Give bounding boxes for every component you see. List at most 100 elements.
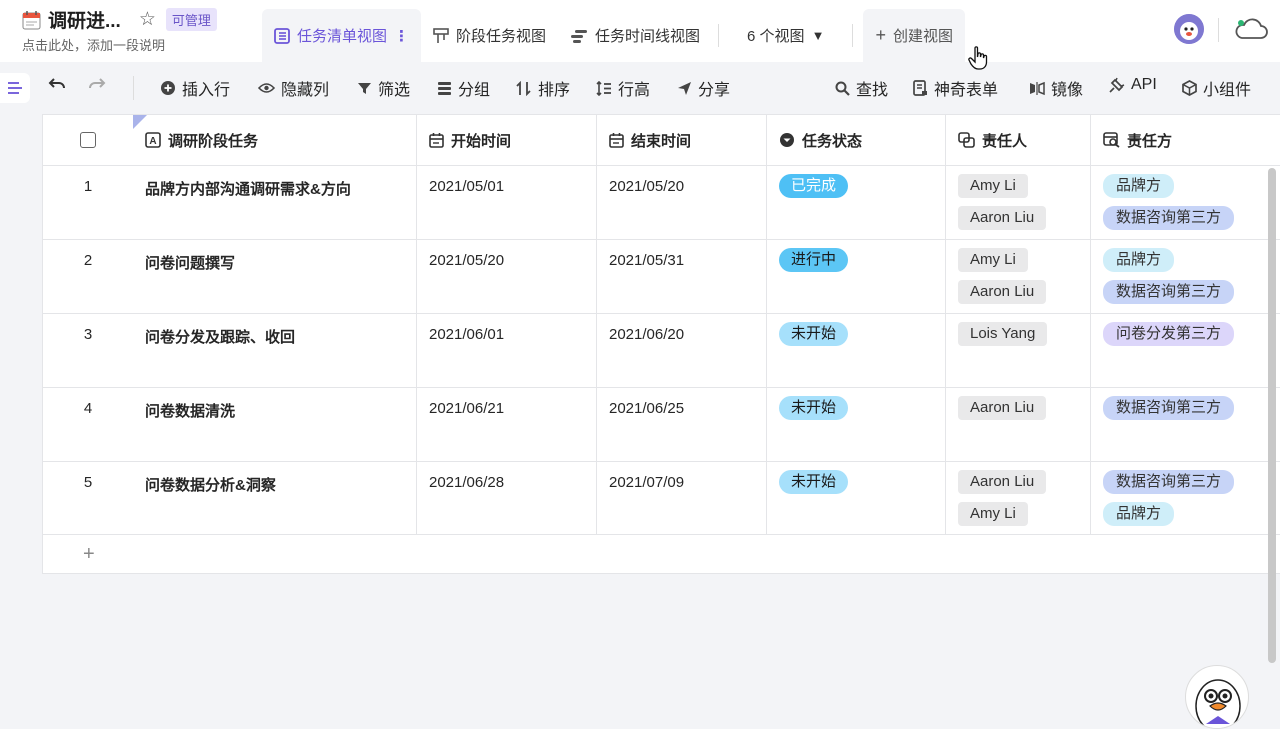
tab-timeline[interactable]: 任务时间线视图 bbox=[558, 9, 712, 62]
add-row-button[interactable]: + bbox=[83, 543, 95, 566]
owner-cell[interactable]: Aaron Liu bbox=[946, 388, 1091, 461]
column-header-owner[interactable]: 责任人 bbox=[946, 115, 1091, 165]
row-height-icon bbox=[596, 80, 611, 96]
task-cell[interactable]: 品牌方内部沟通调研需求&方向 bbox=[133, 166, 417, 239]
insert-row-button[interactable]: 插入行 bbox=[160, 76, 230, 100]
more-icon[interactable]: ⋮ bbox=[394, 27, 409, 45]
status-cell[interactable]: 未开始 bbox=[767, 462, 946, 534]
status-badge: 未开始 bbox=[779, 470, 849, 494]
owner-cell[interactable]: Amy Li Aaron Liu bbox=[946, 240, 1091, 313]
end-date-cell[interactable]: 2021/07/09 bbox=[597, 462, 767, 534]
start-date-cell[interactable]: 2021/05/01 bbox=[417, 166, 597, 239]
api-button[interactable]: API bbox=[1109, 76, 1157, 94]
status-badge: 未开始 bbox=[779, 322, 849, 346]
end-date-cell[interactable]: 2021/05/20 bbox=[597, 166, 767, 239]
scrollbar[interactable] bbox=[1268, 168, 1276, 663]
sidebar-toggle-button[interactable] bbox=[0, 73, 30, 103]
table-row[interactable]: 3 问卷分发及跟踪、收回 2021/06/01 2021/06/20 未开始 L… bbox=[43, 314, 1280, 388]
column-title: 开始时间 bbox=[451, 132, 512, 150]
status-badge: 未开始 bbox=[779, 396, 849, 420]
tab-label: 创建视图 bbox=[892, 28, 953, 45]
group-button[interactable]: 分组 bbox=[437, 76, 490, 100]
lookup-icon bbox=[1103, 132, 1120, 148]
magic-form-button[interactable]: 神奇表单 bbox=[913, 76, 998, 100]
doc-title[interactable]: 调研进... bbox=[48, 6, 121, 33]
share-button[interactable]: 分享 bbox=[677, 76, 730, 100]
redo-button[interactable] bbox=[88, 76, 106, 92]
party-cell[interactable]: 数据咨询第三方 品牌方 bbox=[1091, 462, 1280, 534]
sort-button[interactable]: 排序 bbox=[516, 76, 570, 100]
party-tag: 品牌方 bbox=[1103, 174, 1175, 198]
tab-divider bbox=[718, 24, 720, 47]
checkbox[interactable] bbox=[80, 132, 96, 148]
mascot-icon[interactable] bbox=[1185, 665, 1249, 729]
start-date-cell[interactable]: 2021/06/01 bbox=[417, 314, 597, 387]
undo-button[interactable] bbox=[48, 76, 66, 92]
status-cell[interactable]: 未开始 bbox=[767, 388, 946, 461]
divider bbox=[133, 76, 134, 100]
table-row[interactable]: 4 问卷数据清洗 2021/06/21 2021/06/25 未开始 Aaron… bbox=[43, 388, 1280, 462]
owner-cell[interactable]: Aaron Liu Amy Li bbox=[946, 462, 1091, 534]
party-tag: 数据咨询第三方 bbox=[1103, 396, 1235, 420]
start-date-cell[interactable]: 2021/06/21 bbox=[417, 388, 597, 461]
avatar[interactable] bbox=[1174, 14, 1204, 44]
mirror-button[interactable]: 镜像 bbox=[1029, 76, 1083, 100]
divider bbox=[1218, 18, 1219, 42]
grid-view-icon bbox=[274, 27, 290, 44]
column-header-start[interactable]: 开始时间 bbox=[417, 115, 597, 165]
end-date-cell[interactable]: 2021/06/25 bbox=[597, 388, 767, 461]
tab-task-list[interactable]: 任务清单视图 ⋮ bbox=[262, 9, 422, 62]
cloud-icon[interactable] bbox=[1234, 18, 1268, 40]
column-header-party[interactable]: 责任方 bbox=[1091, 115, 1280, 165]
party-cell[interactable]: 品牌方数据咨询第三方 bbox=[1091, 166, 1280, 239]
calendar-icon bbox=[22, 10, 42, 30]
create-view-button[interactable]: + 创建视图 bbox=[863, 9, 965, 62]
column-header-status[interactable]: 任务状态 bbox=[767, 115, 946, 165]
select-all-cell[interactable] bbox=[43, 115, 133, 165]
party-cell[interactable]: 问卷分发第三方 bbox=[1091, 314, 1280, 387]
end-date-cell[interactable]: 2021/06/20 bbox=[597, 314, 767, 387]
start-date-cell[interactable]: 2021/05/20 bbox=[417, 240, 597, 313]
task-cell[interactable]: 问卷数据清洗 bbox=[133, 388, 417, 461]
tab-label: 阶段任务视图 bbox=[456, 28, 547, 45]
menu-icon bbox=[8, 82, 22, 94]
task-cell[interactable]: 问卷数据分析&洞察 bbox=[133, 462, 417, 534]
tab-divider bbox=[852, 24, 854, 47]
owner-cell[interactable]: Amy Li Aaron Liu bbox=[946, 166, 1091, 239]
hide-columns-button[interactable]: 隐藏列 bbox=[258, 76, 329, 100]
party-cell[interactable]: 数据咨询第三方 bbox=[1091, 388, 1280, 461]
task-cell[interactable]: 问卷问题撰写 bbox=[133, 240, 417, 313]
person-tag: Aaron Liu bbox=[958, 280, 1047, 304]
column-header-task[interactable]: A 调研阶段任务 bbox=[133, 115, 417, 165]
person-tag: Aaron Liu bbox=[958, 396, 1047, 420]
status-cell[interactable]: 进行中 bbox=[767, 240, 946, 313]
widget-button[interactable]: 小组件 bbox=[1182, 76, 1251, 100]
status-badge: 已完成 bbox=[779, 174, 849, 198]
party-cell[interactable]: 品牌方 数据咨询第三方 bbox=[1091, 240, 1280, 313]
link-record-icon bbox=[958, 132, 975, 148]
end-date-cell[interactable]: 2021/05/31 bbox=[597, 240, 767, 313]
row-height-button[interactable]: 行高 bbox=[596, 76, 650, 100]
table-row[interactable]: 5 问卷数据分析&洞察 2021/06/28 2021/07/09 未开始 Aa… bbox=[43, 462, 1280, 535]
star-icon[interactable]: ☆ bbox=[139, 9, 156, 30]
form-icon bbox=[913, 80, 927, 96]
table-row[interactable]: 1 品牌方内部沟通调研需求&方向 2021/05/01 2021/05/20 已… bbox=[43, 166, 1280, 240]
plus-circle-icon bbox=[161, 81, 175, 95]
tab-view-count[interactable]: 6 个视图 ▼ bbox=[725, 9, 846, 62]
party-tag: 数据咨询第三方 bbox=[1103, 206, 1235, 230]
doc-description[interactable]: 点击此处，添加一段说明 bbox=[22, 35, 165, 54]
column-header-end[interactable]: 结束时间 bbox=[597, 115, 767, 165]
status-cell[interactable]: 未开始 bbox=[767, 314, 946, 387]
tab-stage-task[interactable]: 阶段任务视图 bbox=[421, 9, 558, 62]
party-tag: 数据咨询第三方 bbox=[1103, 470, 1235, 494]
filter-button[interactable]: 筛选 bbox=[357, 76, 410, 100]
start-date-cell[interactable]: 2021/06/28 bbox=[417, 462, 597, 534]
api-label: API bbox=[1131, 76, 1157, 93]
mirror-icon bbox=[1030, 81, 1045, 95]
plug-icon bbox=[1109, 77, 1125, 93]
owner-cell[interactable]: Lois Yang bbox=[946, 314, 1091, 387]
table-row[interactable]: 2 问卷问题撰写 2021/05/20 2021/05/31 进行中 Amy L… bbox=[43, 240, 1280, 314]
task-cell[interactable]: 问卷分发及跟踪、收回 bbox=[133, 314, 417, 387]
find-button[interactable]: 查找 bbox=[835, 76, 888, 100]
status-cell[interactable]: 已完成 bbox=[767, 166, 946, 239]
